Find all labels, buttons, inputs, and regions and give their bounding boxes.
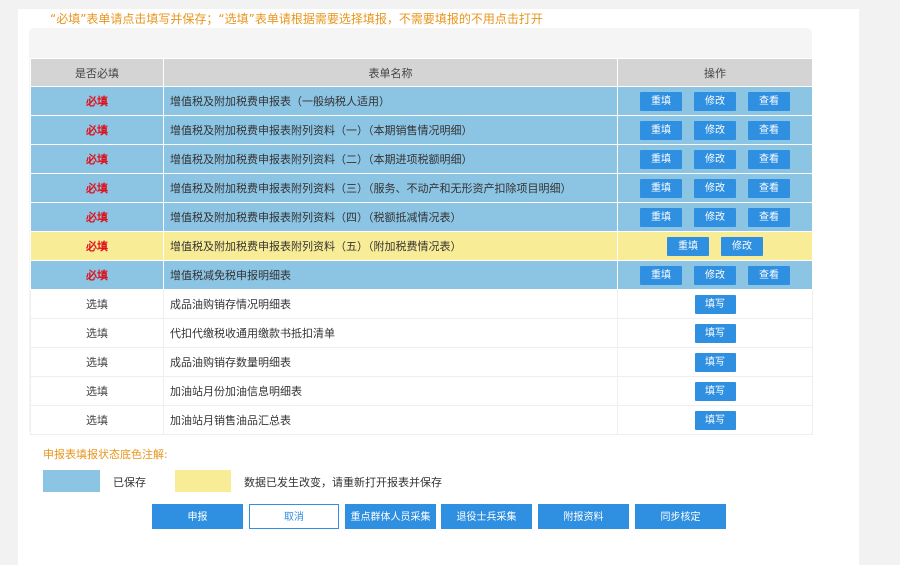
table-row: 必填 增值税及附加税费申报表附列资料（二）（本期进项税额明细） 重填 修改 查看 xyxy=(30,144,813,174)
table-row: 必填 增值税及附加税费申报表（一般纳税人适用） 重填 修改 查看 xyxy=(30,86,813,116)
required-label: 必填 xyxy=(86,240,108,253)
required-label: 必填 xyxy=(86,182,108,195)
refill-button[interactable]: 重填 xyxy=(640,178,682,198)
edit-button[interactable]: 修改 xyxy=(694,149,736,169)
table-row: 必填 增值税减免税申报明细表 重填 修改 查看 xyxy=(30,260,813,290)
optional-label: 选填 xyxy=(86,298,108,311)
form-name: 增值税及附加税费申报表（一般纳税人适用） xyxy=(163,86,618,116)
table-row: 选填 成品油购销存情况明细表 填写 xyxy=(30,289,813,319)
required-label: 必填 xyxy=(86,211,108,224)
view-button[interactable]: 查看 xyxy=(748,149,790,169)
key-group-collect-button[interactable]: 重点群体人员采集 xyxy=(345,504,436,529)
fill-button[interactable]: 填写 xyxy=(694,323,736,343)
fill-button[interactable]: 填写 xyxy=(694,410,736,430)
edit-button[interactable]: 修改 xyxy=(694,207,736,227)
table-row: 必填 增值税及附加税费申报表附列资料（四）（税额抵减情况表） 重填 修改 查看 xyxy=(30,202,813,232)
table-row: 必填 增值税及附加税费申报表附列资料（三）（服务、不动产和无形资产扣除项目明细）… xyxy=(30,173,813,203)
view-button[interactable]: 查看 xyxy=(748,91,790,111)
refill-button[interactable]: 重填 xyxy=(640,120,682,140)
header-form-name: 表单名称 xyxy=(163,58,618,87)
table-row: 必填 增值税及附加税费申报表附列资料（一）（本期销售情况明细） 重填 修改 查看 xyxy=(30,115,813,145)
table-header: 是否必填 表单名称 操作 xyxy=(30,58,813,87)
refill-button[interactable]: 重填 xyxy=(640,91,682,111)
edit-button[interactable]: 修改 xyxy=(721,236,763,256)
edit-button[interactable]: 修改 xyxy=(694,265,736,285)
form-name: 加油站月销售油品汇总表 xyxy=(163,405,618,435)
refill-button[interactable]: 重填 xyxy=(640,149,682,169)
form-name: 加油站月份加油信息明细表 xyxy=(163,376,618,406)
form-name: 增值税减免税申报明细表 xyxy=(163,260,618,290)
form-name: 增值税及附加税费申报表附列资料（三）（服务、不动产和无形资产扣除项目明细） xyxy=(163,173,618,203)
required-label: 必填 xyxy=(86,124,108,137)
legend-saved-swatch xyxy=(43,470,100,492)
required-label: 必填 xyxy=(86,153,108,166)
form-name: 成品油购销存数量明细表 xyxy=(163,347,618,377)
legend-changed-swatch xyxy=(175,470,231,492)
refill-button[interactable]: 重填 xyxy=(640,265,682,285)
form-table: 是否必填 表单名称 操作 必填 增值税及附加税费申报表（一般纳税人适用） 重填修… xyxy=(30,58,813,435)
refill-button[interactable]: 重填 xyxy=(640,207,682,227)
view-button[interactable]: 查看 xyxy=(748,178,790,198)
form-name: 增值税及附加税费申报表附列资料（二）（本期进项税额明细） xyxy=(163,144,618,174)
sync-verify-button[interactable]: 同步核定 xyxy=(635,504,726,529)
table-row: 选填 代扣代缴税收通用缴款书抵扣清单 填写 xyxy=(30,318,813,348)
edit-button[interactable]: 修改 xyxy=(694,91,736,111)
view-button[interactable]: 查看 xyxy=(748,207,790,227)
view-button[interactable]: 查看 xyxy=(748,265,790,285)
legend-title: 申报表填报状态底色注解: xyxy=(43,448,168,461)
fill-button[interactable]: 填写 xyxy=(694,294,736,314)
required-label: 必填 xyxy=(86,269,108,282)
edit-button[interactable]: 修改 xyxy=(694,120,736,140)
optional-label: 选填 xyxy=(86,414,108,427)
form-name: 增值税及附加税费申报表附列资料（四）（税额抵减情况表） xyxy=(163,202,618,232)
required-label: 必填 xyxy=(86,95,108,108)
header-required: 是否必填 xyxy=(30,58,164,87)
table-row: 选填 成品油购销存数量明细表 填写 xyxy=(30,347,813,377)
table-row: 必填 增值税及附加税费申报表附列资料（五）（附加税费情况表） 重填 修改 xyxy=(30,231,813,261)
refill-button[interactable]: 重填 xyxy=(667,236,709,256)
attach-docs-button[interactable]: 附报资料 xyxy=(538,504,629,529)
optional-label: 选填 xyxy=(86,356,108,369)
form-name: 成品油购销存情况明细表 xyxy=(163,289,618,319)
form-name: 增值税及附加税费申报表附列资料（五）（附加税费情况表） xyxy=(163,231,618,261)
table-row: 选填 加油站月份加油信息明细表 填写 xyxy=(30,376,813,406)
optional-label: 选填 xyxy=(86,327,108,340)
table-row: 选填 加油站月销售油品汇总表 填写 xyxy=(30,405,813,435)
submit-button[interactable]: 申报 xyxy=(152,504,243,529)
legend-saved-label: 已保存 xyxy=(113,476,146,489)
view-button[interactable]: 查看 xyxy=(748,120,790,140)
fill-button[interactable]: 填写 xyxy=(694,381,736,401)
optional-label: 选填 xyxy=(86,385,108,398)
form-name: 增值税及附加税费申报表附列资料（一）（本期销售情况明细） xyxy=(163,115,618,145)
notice-text: “必填”表单请点击填写并保存；“选填”表单请根据需要选择填报，不需要填报的不用点… xyxy=(50,12,543,26)
legend-changed-label: 数据已发生改变，请重新打开报表并保存 xyxy=(244,476,442,489)
form-name: 代扣代缴税收通用缴款书抵扣清单 xyxy=(163,318,618,348)
veteran-collect-button[interactable]: 退役士兵采集 xyxy=(441,504,532,529)
edit-button[interactable]: 修改 xyxy=(694,178,736,198)
fill-button[interactable]: 填写 xyxy=(694,352,736,372)
cancel-button[interactable]: 取消 xyxy=(249,504,339,529)
header-operations: 操作 xyxy=(617,58,813,87)
